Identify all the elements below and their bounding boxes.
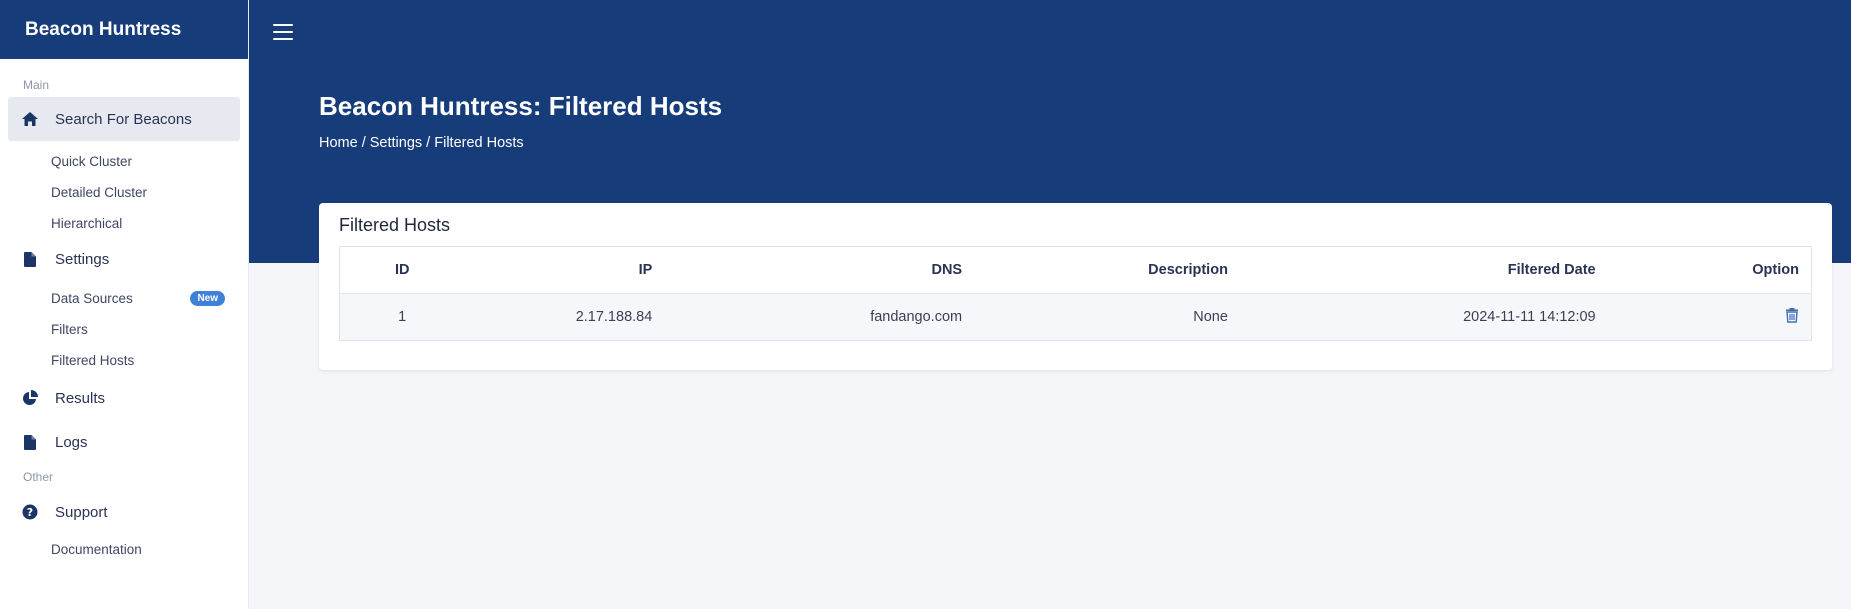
sidebar-subitem-documentation[interactable]: Documentation: [0, 534, 248, 565]
column-header-id[interactable]: ID: [339, 246, 465, 294]
cell-dns: fandango.com: [664, 293, 975, 341]
sidebar-item-label: Support: [55, 503, 108, 521]
sidebar-item-search-for-beacons[interactable]: Search For Beacons: [8, 97, 240, 141]
column-header-filtered-date[interactable]: Filtered Date: [1239, 246, 1608, 294]
pie-chart-icon: [20, 388, 40, 408]
table-row: 1 2.17.188.84 fandango.com None 2024-11-…: [339, 293, 1812, 341]
home-icon: [20, 109, 40, 129]
sidebar-subitem-quick-cluster[interactable]: Quick Cluster: [0, 146, 248, 177]
filtered-hosts-table: ID IP DNS Description Filtered Date Opti…: [339, 246, 1812, 341]
sidebar-subitem-label: Data Sources: [51, 291, 133, 306]
menu-toggle-icon[interactable]: [273, 22, 293, 42]
sidebar-item-support[interactable]: ? Support: [8, 490, 240, 534]
cell-ip: 2.17.188.84: [464, 293, 665, 341]
question-circle-icon: ?: [20, 502, 40, 522]
cell-id: 1: [339, 293, 465, 341]
sidebar-subitem-label: Filters: [51, 322, 88, 337]
svg-text:?: ?: [27, 506, 33, 519]
sidebar-subitem-label: Hierarchical: [51, 216, 123, 231]
sidebar: Beacon Huntress Main Search For Beacons …: [0, 0, 249, 609]
breadcrumb[interactable]: Home / Settings / Filtered Hosts: [319, 135, 524, 151]
sidebar-subitem-label: Quick Cluster: [51, 154, 133, 169]
nav-section-main: Main: [23, 78, 50, 92]
filtered-hosts-card: Filtered Hosts ID IP DNS Description Fil…: [319, 203, 1832, 370]
column-header-dns[interactable]: DNS: [664, 246, 975, 294]
sidebar-subitem-label: Documentation: [51, 542, 142, 557]
sidebar-subitem-label: Filtered Hosts: [51, 353, 135, 368]
column-header-option: Option: [1607, 246, 1812, 294]
file-icon: [20, 432, 40, 452]
sidebar-item-results[interactable]: Results: [8, 376, 240, 420]
cell-description: None: [974, 293, 1240, 341]
file-icon: [20, 249, 40, 269]
page-title: Beacon Huntress: Filtered Hosts: [319, 91, 723, 121]
sidebar-item-settings[interactable]: Settings: [8, 239, 240, 279]
column-header-description[interactable]: Description: [974, 246, 1240, 294]
sidebar-item-label: Logs: [55, 433, 88, 451]
sidebar-item-label: Settings: [55, 250, 110, 268]
sidebar-subitem-label: Detailed Cluster: [51, 185, 148, 200]
column-header-ip[interactable]: IP: [464, 246, 665, 294]
card-title: Filtered Hosts: [339, 215, 451, 235]
sidebar-item-label: Search For Beacons: [55, 110, 192, 128]
table-header-row: ID IP DNS Description Filtered Date Opti…: [339, 246, 1812, 294]
delete-trash-icon[interactable]: [1785, 307, 1799, 327]
cell-filtered-date: 2024-11-11 14:12:09: [1239, 293, 1608, 341]
nav-section-other: Other: [23, 470, 54, 484]
sidebar-item-logs[interactable]: Logs: [8, 420, 240, 464]
sidebar-item-label: Results: [55, 389, 106, 407]
cell-option: [1607, 293, 1812, 341]
sidebar-subitem-filters[interactable]: Filters: [0, 314, 248, 345]
sidebar-subitem-data-sources[interactable]: Data Sources New: [0, 283, 248, 314]
app-brand[interactable]: Beacon Huntress: [0, 0, 248, 59]
sidebar-subitem-detailed-cluster[interactable]: Detailed Cluster: [0, 177, 248, 208]
sidebar-subitem-hierarchical[interactable]: Hierarchical: [0, 208, 248, 239]
new-badge: New: [190, 291, 225, 306]
sidebar-subitem-filtered-hosts[interactable]: Filtered Hosts: [0, 345, 248, 376]
